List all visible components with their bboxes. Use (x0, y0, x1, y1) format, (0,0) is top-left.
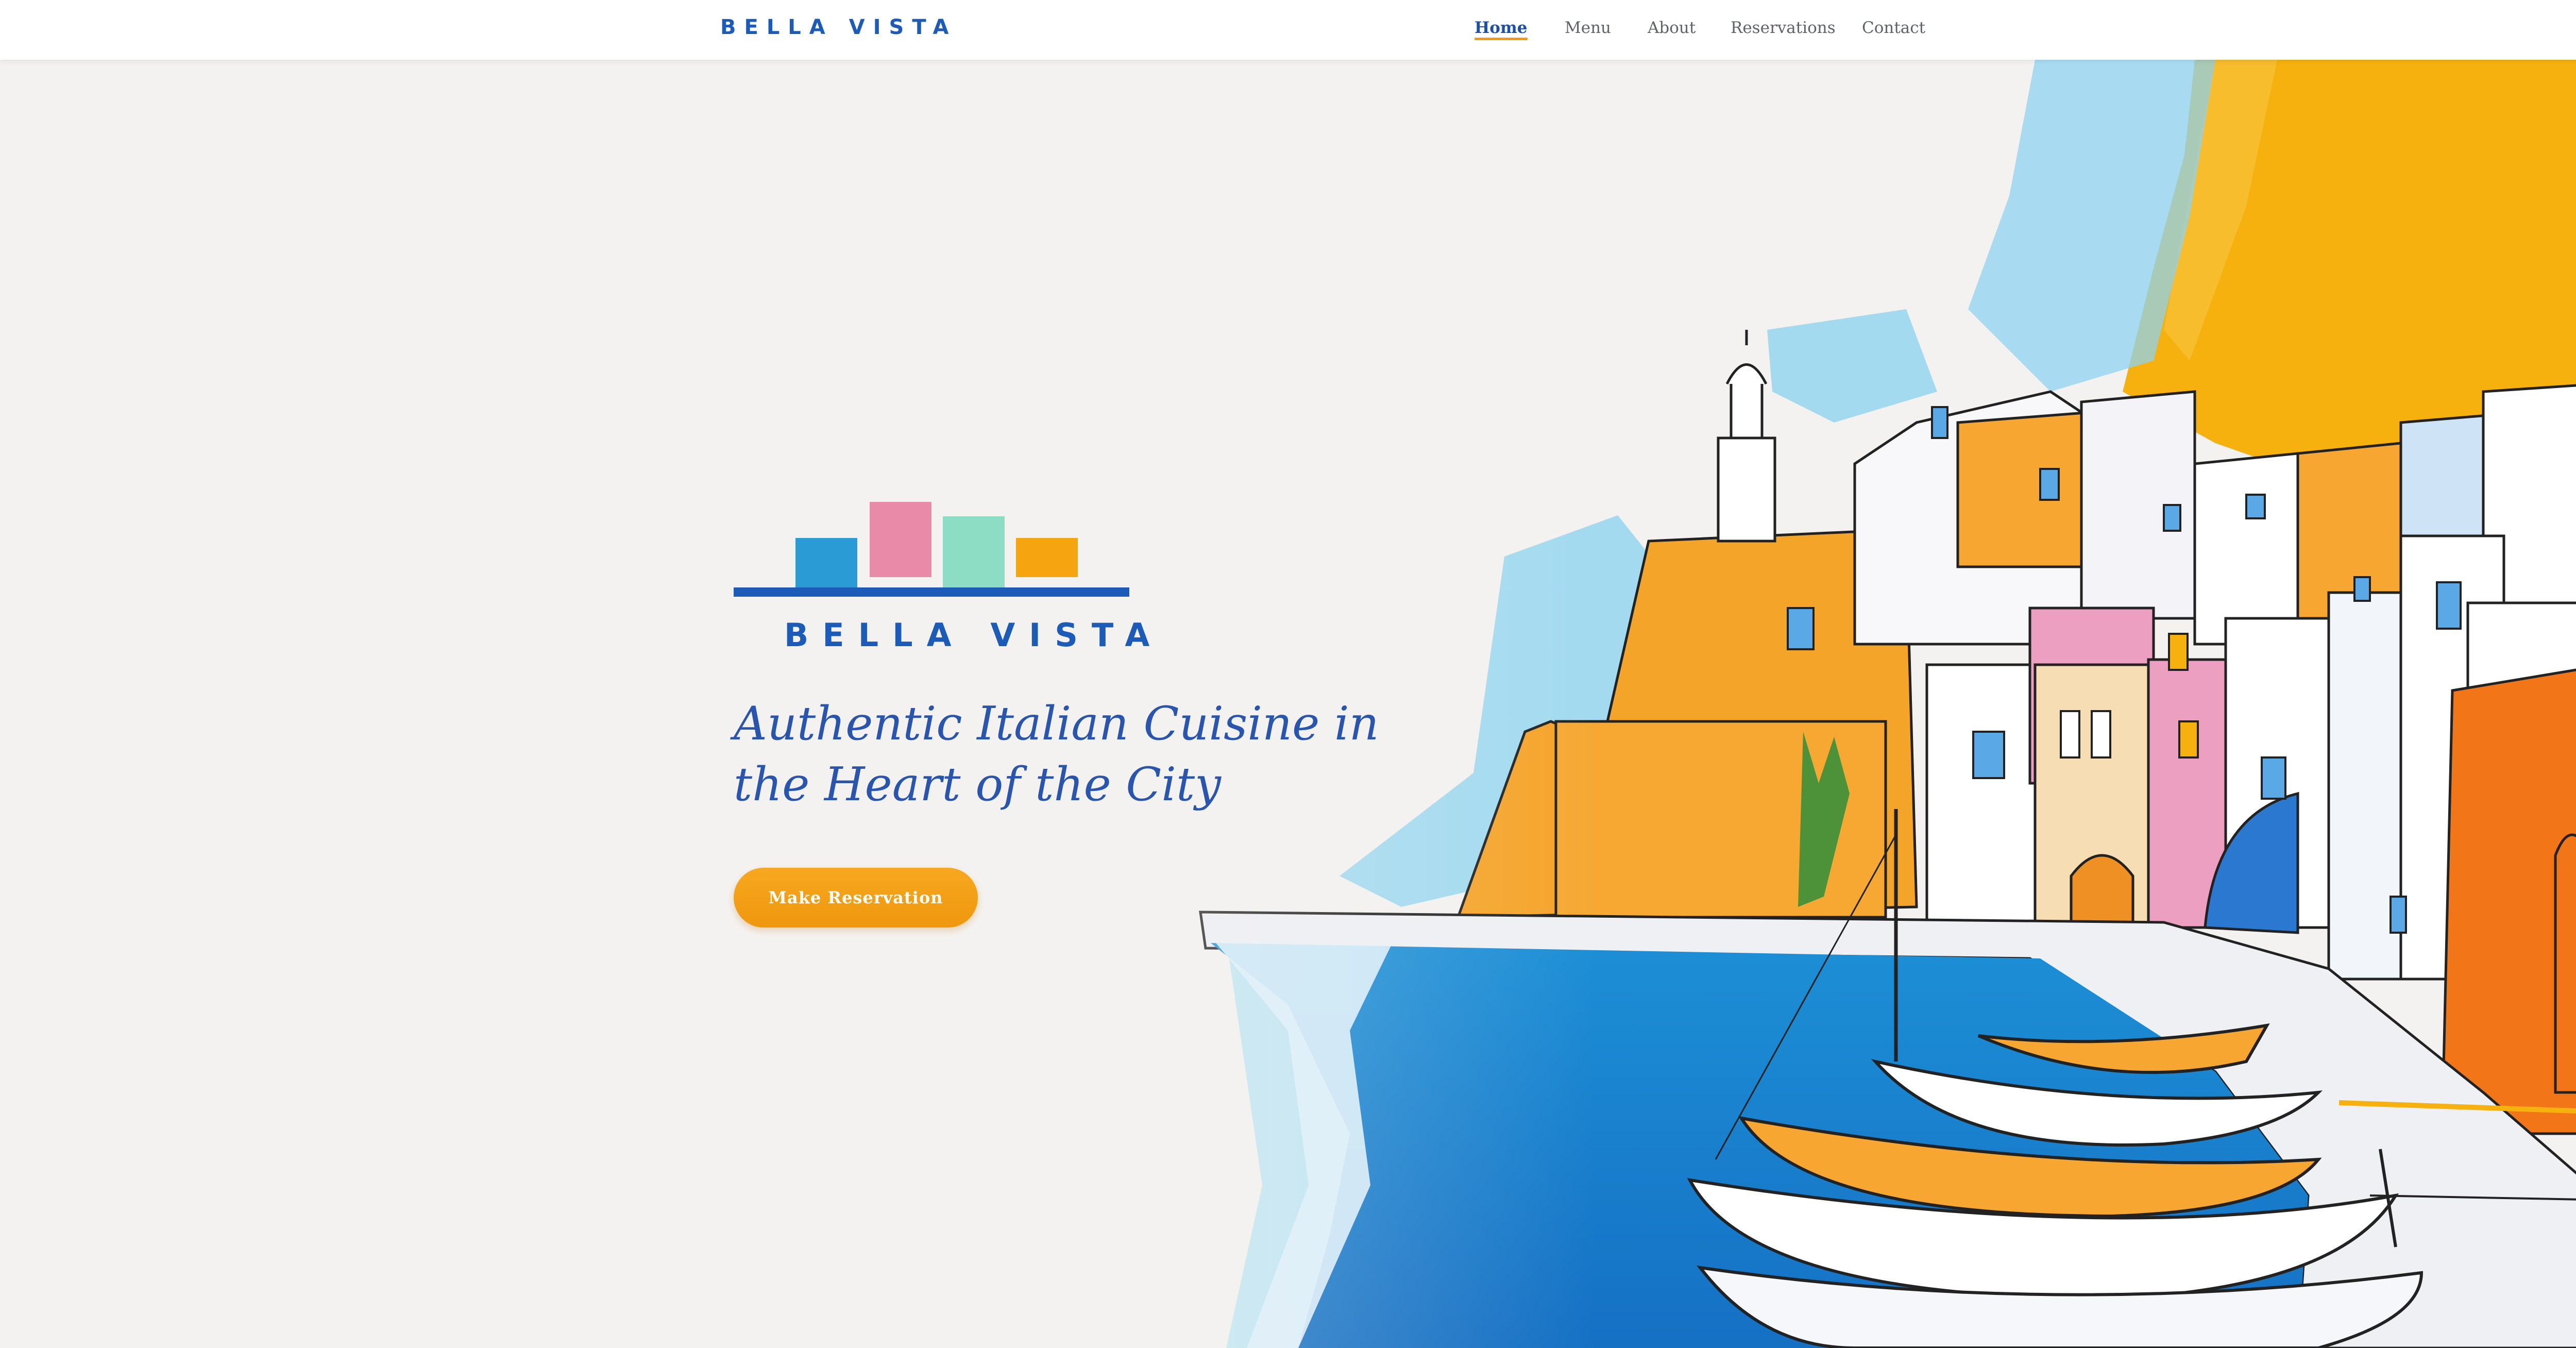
hero-headline-line2: the Heart of the City (734, 757, 1221, 812)
make-reservation-button[interactable]: Make Reservation (734, 868, 978, 928)
nav-link-contact[interactable]: Contact (1862, 19, 1925, 37)
nav-link-reservations-label: Reservations (1731, 19, 1836, 37)
logo-block-pink (870, 502, 931, 577)
logo-baseline (734, 587, 1129, 597)
nav-link-home-label: Home (1475, 19, 1528, 37)
hero-headline-line1: Authentic Italian Cuisine in (734, 697, 1379, 751)
nav-link-reservations[interactable]: Reservations (1731, 19, 1836, 37)
navbar: BELLA VISTA Home Menu About Reservations… (0, 0, 2576, 60)
active-nav-underline (1475, 38, 1528, 40)
nav-link-about-label: About (1648, 19, 1696, 37)
nav-link-menu-label: Menu (1565, 19, 1612, 37)
logo-block-mint (943, 516, 1005, 592)
nav-brand-logo[interactable]: BELLA VISTA (720, 15, 957, 39)
nav-link-about[interactable]: About (1648, 19, 1696, 37)
hero-headline: Authentic Italian Cuisine in the Heart o… (734, 694, 1383, 815)
nav-link-contact-label: Contact (1862, 19, 1926, 37)
nav-link-menu[interactable]: Menu (1565, 19, 1611, 37)
page: BELLA VISTA Home Menu About Reservations… (0, 0, 2576, 1348)
logo-block-blue (795, 538, 857, 589)
nav-link-home[interactable]: Home (1475, 19, 1528, 40)
logo-block-orange (1016, 538, 1078, 577)
hero-logo-wordmark: BELLA VISTA (784, 616, 1164, 654)
